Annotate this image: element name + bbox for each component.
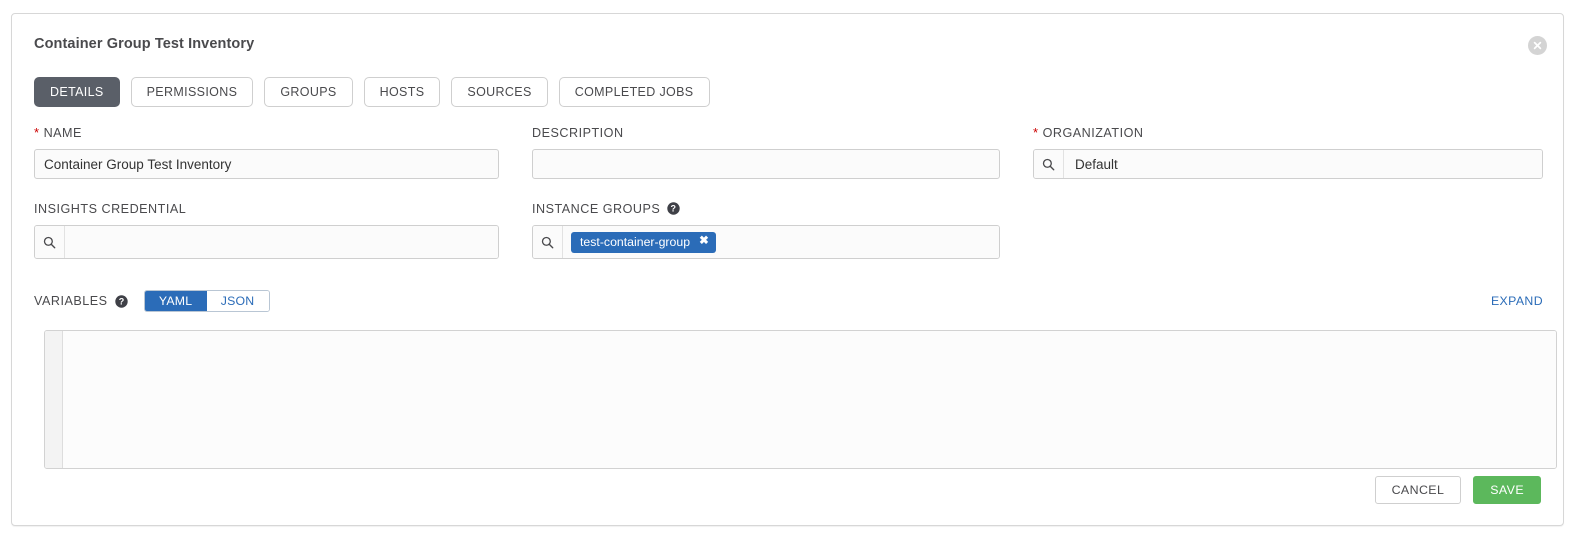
organization-input[interactable] xyxy=(1064,150,1542,178)
instance-group-chip[interactable]: test-container-group ✖ xyxy=(571,231,716,253)
search-glyph xyxy=(43,236,56,248)
chip-label: test-container-group xyxy=(580,235,691,249)
required-marker: * xyxy=(1033,125,1039,140)
toggle-yaml[interactable]: YAML xyxy=(144,291,207,311)
form-actions: CANCEL SAVE xyxy=(1374,476,1541,504)
insights-credential-input[interactable] xyxy=(65,226,498,258)
tab-completed-jobs[interactable]: COMPLETED JOBS xyxy=(558,77,710,107)
help-glyph: ? xyxy=(114,294,128,308)
field-instance-groups: INSTANCE GROUPS ? test-container-group ✖ xyxy=(532,201,1033,259)
search-glyph xyxy=(541,236,554,248)
tab-permissions[interactable]: PERMISSIONS xyxy=(130,77,254,107)
tab-bar: DETAILS PERMISSIONS GROUPS HOSTS SOURCES… xyxy=(34,77,710,107)
name-label-wrap: * NAME xyxy=(34,125,499,140)
svg-text:?: ? xyxy=(118,296,124,306)
tab-hosts[interactable]: HOSTS xyxy=(363,77,441,107)
variables-format-toggle: YAML JSON xyxy=(143,290,270,312)
page-title: Container Group Test Inventory xyxy=(34,36,255,52)
close-icon[interactable] xyxy=(1528,36,1547,55)
field-name: * NAME xyxy=(34,125,532,179)
insights-credential-label-wrap: INSIGHTS CREDENTIAL xyxy=(34,201,499,216)
instance-groups-label: INSTANCE GROUPS xyxy=(532,201,661,216)
inventory-detail-card: Container Group Test Inventory DETAILS P… xyxy=(11,13,1564,526)
form-row-2: INSIGHTS CREDENTIAL INSTANCE GROUPS ? te… xyxy=(34,201,1543,259)
insights-credential-label: INSIGHTS CREDENTIAL xyxy=(34,201,187,216)
svg-text:?: ? xyxy=(671,204,677,214)
instance-groups-lookup: test-container-group ✖ xyxy=(532,225,1000,259)
organization-label-wrap: * ORGANIZATION xyxy=(1033,125,1543,140)
field-spacer xyxy=(1033,201,1543,259)
name-input[interactable] xyxy=(34,149,499,179)
tab-details[interactable]: DETAILS xyxy=(34,77,120,107)
field-description: DESCRIPTION xyxy=(532,125,1033,179)
inventory-details-page: Container Group Test Inventory DETAILS P… xyxy=(0,0,1577,541)
times-icon[interactable]: ✖ xyxy=(699,236,709,248)
search-glyph xyxy=(1042,158,1055,170)
help-glyph: ? xyxy=(667,202,681,215)
search-icon[interactable] xyxy=(1034,150,1064,178)
variables-editor[interactable] xyxy=(44,330,1557,469)
organization-lookup xyxy=(1033,149,1543,179)
help-circle-icon[interactable]: ? xyxy=(667,202,681,215)
search-icon[interactable] xyxy=(533,226,563,258)
variables-textarea[interactable] xyxy=(63,331,1556,468)
tab-groups[interactable]: GROUPS xyxy=(264,77,353,107)
search-icon[interactable] xyxy=(35,226,65,258)
tab-sources[interactable]: SOURCES xyxy=(451,77,548,107)
required-marker: * xyxy=(34,125,40,140)
help-circle-icon[interactable]: ? xyxy=(114,294,128,308)
organization-label: ORGANIZATION xyxy=(1042,125,1144,140)
expand-link[interactable]: EXPAND xyxy=(1491,294,1543,308)
name-label: NAME xyxy=(43,125,82,140)
variables-header: VARIABLES ? YAML JSON EXPAND xyxy=(34,290,1543,312)
instance-groups-chip-area[interactable]: test-container-group ✖ xyxy=(563,226,999,258)
field-organization: * ORGANIZATION xyxy=(1033,125,1543,179)
description-input[interactable] xyxy=(532,149,1000,179)
instance-groups-label-wrap: INSTANCE GROUPS ? xyxy=(532,201,1000,216)
description-label-wrap: DESCRIPTION xyxy=(532,125,1000,140)
save-button[interactable]: SAVE xyxy=(1473,476,1541,504)
insights-credential-lookup xyxy=(34,225,499,259)
editor-gutter xyxy=(45,331,63,468)
description-label: DESCRIPTION xyxy=(532,125,624,140)
variables-label: VARIABLES xyxy=(34,294,108,308)
cancel-button[interactable]: CANCEL xyxy=(1374,476,1462,504)
field-insights-credential: INSIGHTS CREDENTIAL xyxy=(34,201,532,259)
toggle-json[interactable]: JSON xyxy=(206,291,269,311)
close-glyph xyxy=(1533,41,1542,50)
form-row-1: * NAME DESCRIPTION * ORGANIZATION xyxy=(34,125,1543,179)
